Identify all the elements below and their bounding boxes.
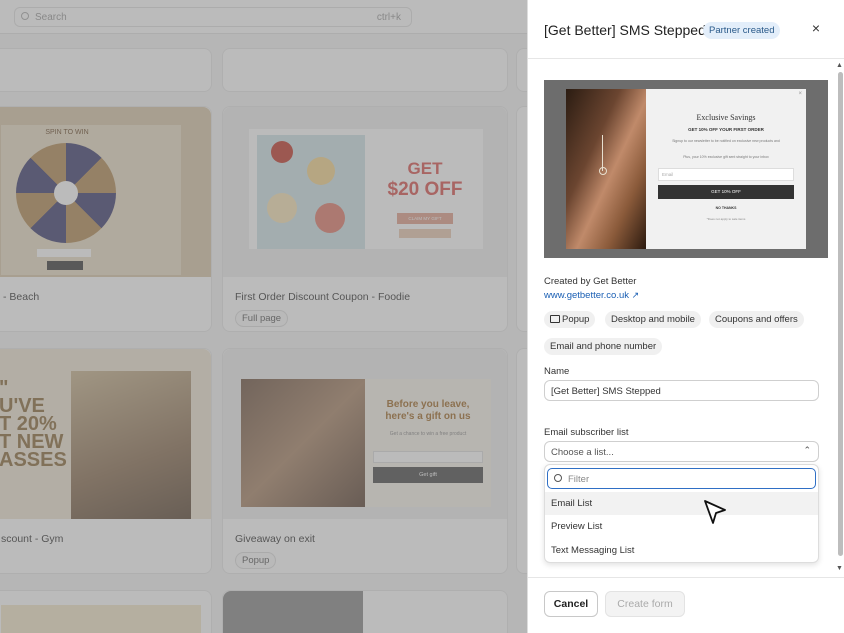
create-form-button[interactable]: Create form	[605, 591, 685, 617]
list-option-sms[interactable]: Text Messaging List	[545, 539, 818, 562]
tag-fields: Email and phone number	[544, 338, 663, 355]
list-label: Email subscriber list	[544, 427, 629, 438]
name-input[interactable]: [Get Better] SMS Stepped	[544, 380, 819, 401]
filter-input[interactable]: Filter	[547, 468, 816, 489]
template-detail-panel: [Get Better] SMS Stepped Partner created…	[527, 0, 844, 633]
scrollbar-thumb[interactable]	[838, 72, 843, 556]
partner-badge: Partner created	[703, 22, 781, 39]
mouse-cursor-icon	[704, 500, 726, 524]
tag-device: Desktop and mobile	[605, 311, 701, 328]
created-by: Created by Get Better	[544, 276, 637, 287]
scroll-up-icon[interactable]: ▲	[836, 62, 843, 69]
tag-category: Coupons and offers	[709, 311, 804, 328]
tag-popup: Popup	[544, 311, 596, 328]
template-preview: Exclusive Savings GET 10% OFF YOUR FIRST…	[544, 80, 828, 258]
cancel-button[interactable]: Cancel	[544, 591, 598, 617]
preview-close-icon: ×	[798, 91, 802, 97]
list-option-preview[interactable]: Preview List	[545, 515, 818, 538]
website-link[interactable]: www.getbetter.co.uk ↗	[544, 290, 639, 301]
popup-icon	[550, 315, 560, 323]
scroll-down-icon[interactable]: ▼	[836, 565, 843, 572]
modal-backdrop[interactable]	[0, 0, 527, 633]
chevron-up-icon: ⌃	[803, 445, 811, 455]
external-link-icon: ↗	[631, 290, 640, 300]
list-dropdown: Filter Email List Preview List Text Mess…	[544, 464, 819, 563]
preview-popup: Exclusive Savings GET 10% OFF YOUR FIRST…	[646, 89, 806, 249]
list-select[interactable]: Choose a list... ⌃	[544, 441, 819, 462]
list-option-email[interactable]: Email List	[545, 492, 818, 515]
preview-photo	[566, 89, 646, 249]
search-icon	[554, 474, 562, 482]
close-icon[interactable]: ×	[808, 18, 824, 38]
panel-title: [Get Better] SMS Stepped	[544, 22, 706, 38]
name-label: Name	[544, 366, 570, 377]
